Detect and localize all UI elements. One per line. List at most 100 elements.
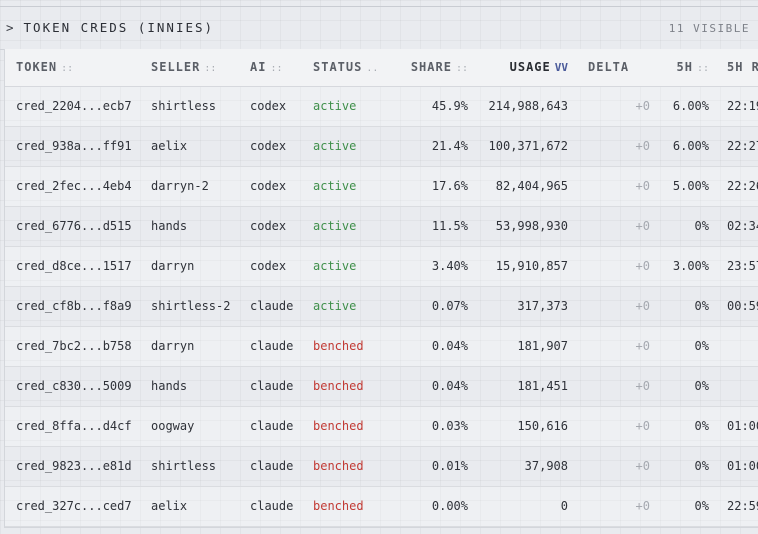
cell-delta: +0	[568, 326, 650, 367]
cell-token: cred_8ffa...d4cf	[5, 406, 151, 447]
cell-share: 0.00%	[392, 486, 468, 527]
cell-seller: aelix	[151, 486, 250, 527]
cell-five-h: 0%	[650, 326, 709, 367]
cell-share: 0.07%	[392, 286, 468, 327]
cell-five-h: 0%	[650, 446, 709, 487]
cell-seller: darryn	[151, 326, 250, 367]
cell-reset: 22:59:	[709, 486, 758, 527]
cell-share: 21.4%	[392, 126, 468, 167]
cell-five-h: 0%	[650, 486, 709, 527]
cell-five-h: 5.00%	[650, 166, 709, 207]
cell-status: benched	[313, 406, 392, 447]
panel-title[interactable]: > TOKEN CREDS (INNIES)	[6, 20, 214, 35]
cell-five-h: 3.00%	[650, 246, 709, 287]
cell-seller: hands	[151, 206, 250, 247]
cell-token: cred_938a...ff91	[5, 126, 151, 167]
cell-seller: hands	[151, 366, 250, 407]
cell-ai: claude	[250, 486, 313, 527]
cell-reset: 22:19:	[709, 86, 758, 127]
cell-ai: codex	[250, 126, 313, 167]
cell-status: active	[313, 86, 392, 127]
cell-five-h: 6.00%	[650, 86, 709, 127]
cell-five-h: 0%	[650, 406, 709, 447]
cell-usage: 317,373	[468, 286, 568, 327]
column-header-share[interactable]: SHARE::	[392, 49, 468, 87]
cell-ai: claude	[250, 286, 313, 327]
table-header-row: TOKEN:: SELLER:: AI:: STATUS.. SHARE:: U…	[5, 49, 758, 87]
table-row[interactable]: cred_327c...ced7 aelix claude benched 0.00% 0…	[5, 486, 758, 527]
cell-usage: 53,998,930	[468, 206, 568, 247]
cell-seller: shirtless	[151, 446, 250, 487]
cell-reset	[709, 366, 758, 407]
cell-delta: +0	[568, 406, 650, 447]
cell-usage: 181,451	[468, 366, 568, 407]
cell-reset: 22:26:	[709, 166, 758, 207]
cell-reset: 02:34:	[709, 206, 758, 247]
table-row[interactable]: cred_d8ce...1517 darryn codex active 3.40% 15…	[5, 246, 758, 287]
cell-reset: 01:00:	[709, 446, 758, 487]
column-header-5h-reset[interactable]: 5H RES	[709, 49, 758, 87]
cell-five-h: 0%	[650, 286, 709, 327]
cell-delta: +0	[568, 366, 650, 407]
drag-handle-icon[interactable]: ::	[697, 63, 709, 74]
table-row[interactable]: cred_938a...ff91 aelix codex active 21.4% 100…	[5, 126, 758, 167]
column-header-5h[interactable]: 5H::	[650, 49, 709, 87]
cell-ai: codex	[250, 86, 313, 127]
cell-usage: 214,988,643	[468, 86, 568, 127]
cell-share: 0.04%	[392, 326, 468, 367]
cell-delta: +0	[568, 206, 650, 247]
column-header-status[interactable]: STATUS..	[313, 49, 392, 87]
table-row[interactable]: cred_9823...e81d shirtless claude benched 0.…	[5, 446, 758, 487]
table-row[interactable]: cred_c830...5009 hands claude benched 0.04% 1…	[5, 366, 758, 407]
cell-token: cred_7bc2...b758	[5, 326, 151, 367]
drag-handle-icon[interactable]: ::	[456, 63, 468, 74]
column-header-usage[interactable]: USAGE VV	[468, 49, 568, 87]
drag-handle-icon[interactable]: ::	[61, 63, 73, 74]
column-header-ai[interactable]: AI::	[250, 49, 313, 87]
sort-descending-icon[interactable]: VV	[555, 61, 568, 74]
cell-reset: 01:00:	[709, 406, 758, 447]
cell-ai: codex	[250, 246, 313, 287]
drag-handle-icon[interactable]: ::	[270, 63, 282, 74]
cell-usage: 0	[468, 486, 568, 527]
column-header-token[interactable]: TOKEN::	[5, 49, 151, 87]
cell-share: 11.5%	[392, 206, 468, 247]
cell-five-h: 0%	[650, 366, 709, 407]
cell-share: 45.9%	[392, 86, 468, 127]
cell-delta: +0	[568, 126, 650, 167]
cell-token: cred_cf8b...f8a9	[5, 286, 151, 327]
cell-share: 0.04%	[392, 366, 468, 407]
cell-status: active	[313, 206, 392, 247]
table-row[interactable]: cred_2fec...4eb4 darryn-2 codex active 17.6%…	[5, 166, 758, 207]
table-row[interactable]: cred_7bc2...b758 darryn claude benched 0.04%…	[5, 326, 758, 367]
cell-reset: 00:59:	[709, 286, 758, 327]
table-row[interactable]: cred_6776...d515 hands codex active 11.5% 53,…	[5, 206, 758, 247]
cell-seller: shirtless	[151, 86, 250, 127]
cell-status: benched	[313, 446, 392, 487]
column-header-delta[interactable]: DELTA	[568, 49, 650, 87]
cell-status: active	[313, 246, 392, 287]
cell-delta: +0	[568, 246, 650, 287]
cell-share: 0.03%	[392, 406, 468, 447]
table-row[interactable]: cred_8ffa...d4cf oogway claude benched 0.03%…	[5, 406, 758, 447]
table-body: cred_2204...ecb7 shirtless codex active 45.9…	[5, 86, 758, 527]
cell-ai: claude	[250, 446, 313, 487]
cell-ai: codex	[250, 206, 313, 247]
drag-handle-icon[interactable]: ..	[366, 63, 378, 74]
cell-status: benched	[313, 486, 392, 527]
cell-status: benched	[313, 366, 392, 407]
panel-header: > TOKEN CREDS (INNIES) 11 VISIBLE	[0, 7, 758, 50]
cell-seller: shirtless-2	[151, 286, 250, 327]
cell-reset	[709, 326, 758, 367]
cell-ai: claude	[250, 366, 313, 407]
table-row[interactable]: cred_cf8b...f8a9 shirtless-2 claude active 0…	[5, 286, 758, 327]
cell-delta: +0	[568, 286, 650, 327]
creds-table-container[interactable]: TOKEN:: SELLER:: AI:: STATUS.. SHARE:: U…	[4, 49, 758, 528]
table-row[interactable]: cred_2204...ecb7 shirtless codex active 45.9…	[5, 86, 758, 127]
cell-usage: 37,908	[468, 446, 568, 487]
cell-delta: +0	[568, 86, 650, 127]
cell-delta: +0	[568, 166, 650, 207]
cell-status: active	[313, 286, 392, 327]
drag-handle-icon[interactable]: ::	[204, 63, 216, 74]
column-header-seller[interactable]: SELLER::	[151, 49, 250, 87]
